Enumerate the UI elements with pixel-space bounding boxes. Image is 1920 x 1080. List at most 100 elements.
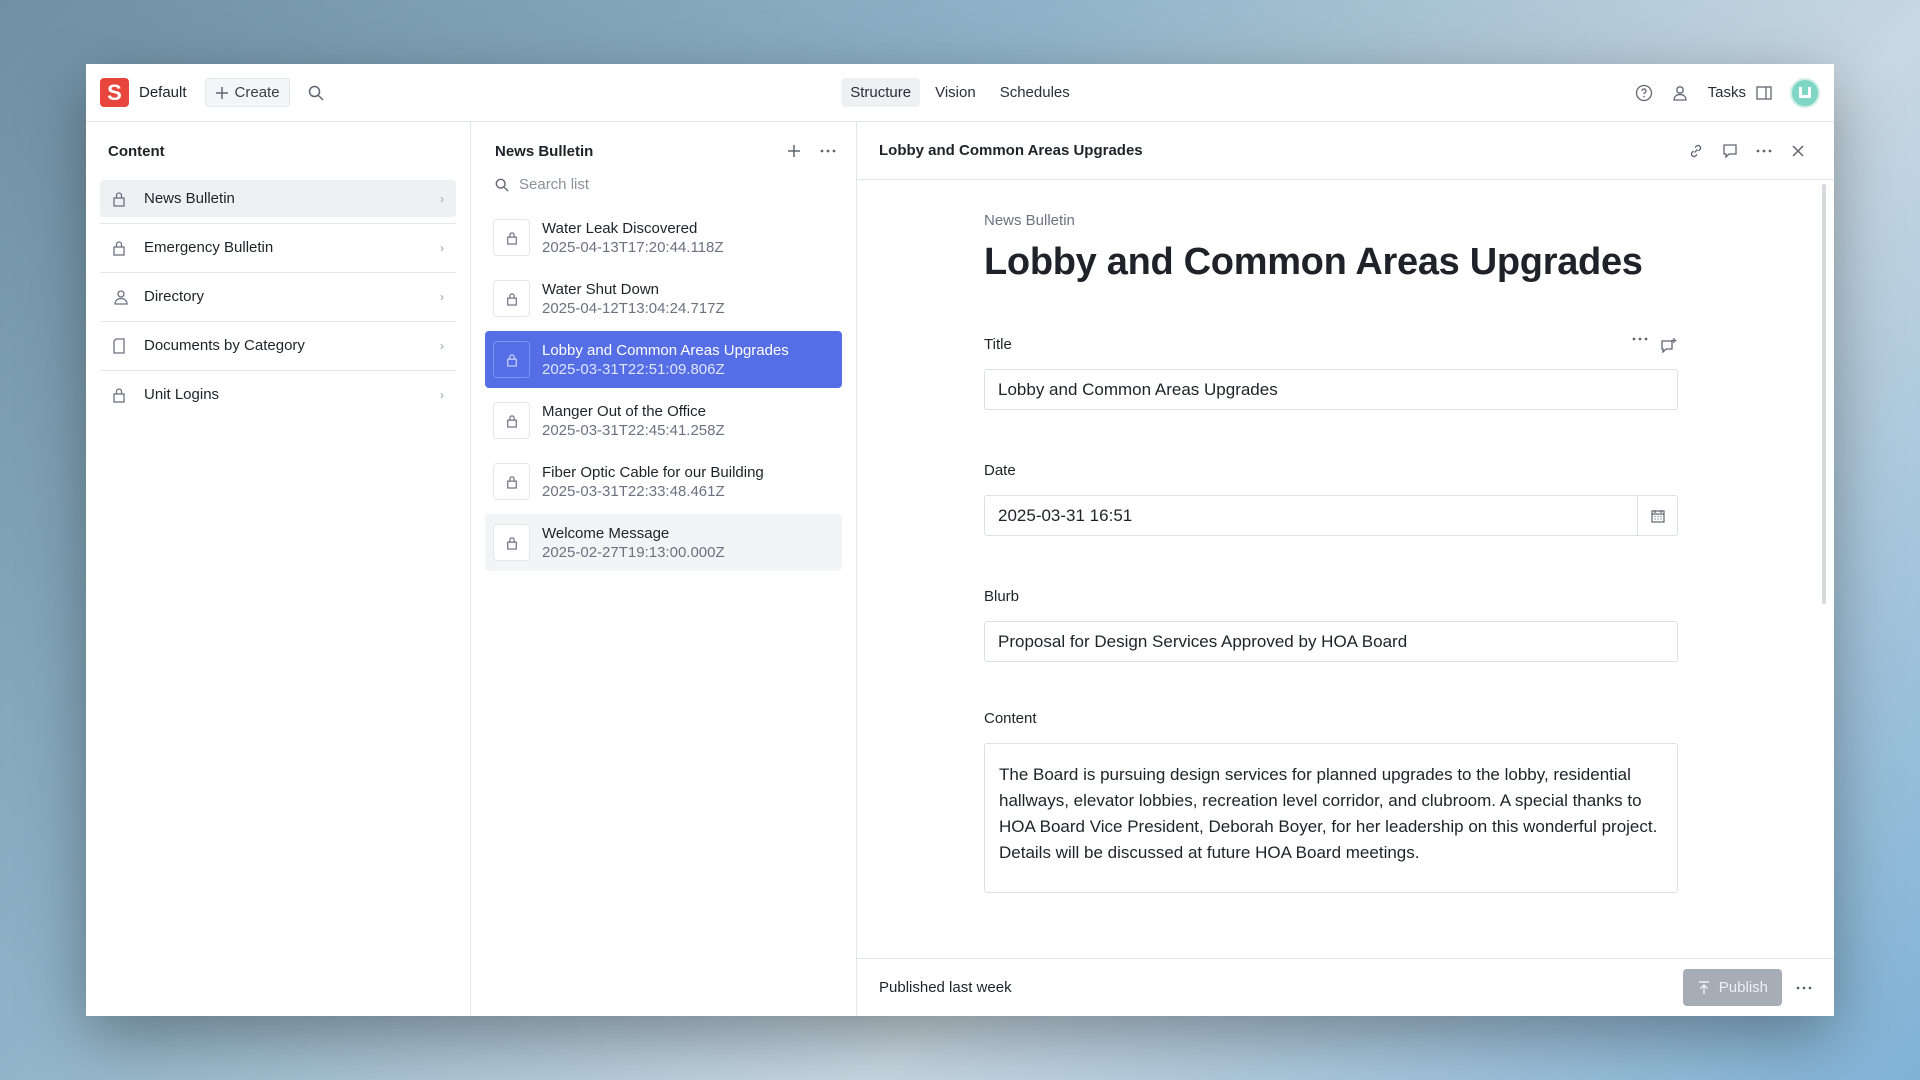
- chevron-right-icon: ›: [440, 289, 444, 304]
- scrollbar[interactable]: [1822, 184, 1826, 604]
- content-pane: Content News Bulletin › Emergency Bullet…: [86, 122, 471, 1016]
- document-actions: [1682, 137, 1812, 165]
- lock-icon: [493, 463, 530, 500]
- tab-vision[interactable]: Vision: [926, 78, 985, 107]
- content-item-unit-logins[interactable]: Unit Logins ›: [100, 376, 456, 413]
- list-item-date: 2025-03-31T22:33:48.461Z: [542, 482, 725, 500]
- field-actions: [1632, 337, 1678, 353]
- document-footer: Published last week Publish: [857, 958, 1834, 1016]
- tab-structure[interactable]: Structure: [841, 78, 921, 107]
- workspace-name[interactable]: Default: [139, 84, 187, 101]
- tab-schedules[interactable]: Schedules: [991, 78, 1079, 107]
- chevron-right-icon: ›: [440, 191, 444, 206]
- title-input[interactable]: Lobby and Common Areas Upgrades: [984, 369, 1678, 410]
- list-item-selected[interactable]: Lobby and Common Areas Upgrades 2025-03-3…: [485, 331, 842, 388]
- list-search[interactable]: Search list: [485, 166, 842, 203]
- list-item-title: Water Shut Down: [542, 280, 659, 298]
- publish-icon: [1697, 980, 1711, 995]
- link-icon[interactable]: [1682, 137, 1710, 165]
- document-icon: [112, 337, 130, 354]
- tool-tabs: Structure Vision Schedules: [841, 78, 1079, 107]
- content-item-label: News Bulletin: [144, 190, 235, 207]
- calendar-icon[interactable]: [1637, 496, 1677, 535]
- document-type-label: News Bulletin: [984, 212, 1075, 229]
- lock-icon: [493, 280, 530, 317]
- list-item-title: Water Leak Discovered: [542, 219, 698, 237]
- tasks-button[interactable]: Tasks: [1708, 84, 1746, 101]
- search-icon[interactable]: [302, 79, 330, 107]
- studio-logo[interactable]: S: [100, 78, 129, 107]
- publish-button[interactable]: Publish: [1682, 969, 1782, 1006]
- list-item[interactable]: Water Shut Down 2025-04-12T13:04:24.717Z: [485, 270, 842, 327]
- blurb-field: Blurb Proposal for Design Services Appro…: [984, 588, 1678, 662]
- list-item[interactable]: Manger Out of the Office 2025-03-31T22:45…: [485, 392, 842, 449]
- content-item-label: Directory: [144, 288, 205, 305]
- date-value[interactable]: 2025-03-31 16:51: [985, 496, 1637, 535]
- list-item-title: Fiber Optic Cable for our Building: [542, 463, 764, 481]
- list-item-title: Lobby and Common Areas Upgrades: [542, 341, 789, 359]
- date-field: Date 2025-03-31 16:51: [984, 462, 1678, 536]
- list-item[interactable]: Welcome Message 2025-02-27T19:13:00.000Z: [485, 514, 842, 571]
- chevron-right-icon: ›: [440, 338, 444, 353]
- content-item-emergency-bulletin[interactable]: Emergency Bulletin ›: [100, 229, 456, 273]
- add-comment-icon[interactable]: [1660, 337, 1678, 353]
- document-body: News Bulletin Lobby and Common Areas Upg…: [857, 180, 1834, 958]
- list-actions: [780, 137, 842, 165]
- close-icon[interactable]: [1784, 137, 1812, 165]
- list-item[interactable]: Fiber Optic Cable for our Building 2025-0…: [485, 453, 842, 510]
- publish-label: Publish: [1718, 979, 1768, 996]
- content-editor[interactable]: The Board is pursuing design services fo…: [984, 743, 1678, 893]
- title-field-label: Title: [984, 336, 1012, 353]
- users-icon: [112, 289, 130, 305]
- create-label: Create: [234, 84, 280, 101]
- studio-window: S Default Create Structure Vision Schedu…: [86, 64, 1834, 1016]
- lock-icon: [493, 524, 530, 561]
- more-icon[interactable]: [1750, 137, 1778, 165]
- content-item-documents-by-category[interactable]: Documents by Category ›: [100, 327, 456, 371]
- sidebar-toggle-icon[interactable]: [1754, 79, 1774, 107]
- content-pane-title: Content: [108, 142, 165, 160]
- users-icon[interactable]: [1666, 79, 1694, 107]
- content-item-news-bulletin[interactable]: News Bulletin ›: [100, 180, 456, 224]
- lock-icon: [493, 341, 530, 378]
- date-input[interactable]: 2025-03-31 16:51: [984, 495, 1678, 536]
- document-header: Lobby and Common Areas Upgrades: [857, 122, 1834, 180]
- list-item[interactable]: Water Leak Discovered 2025-04-13T17:20:44…: [485, 209, 842, 266]
- lock-icon: [112, 240, 130, 256]
- more-icon[interactable]: [1796, 986, 1812, 990]
- lock-icon: [493, 402, 530, 439]
- document-header-title: Lobby and Common Areas Upgrades: [879, 142, 1143, 159]
- document-list-pane: News Bulletin Search list Water Leak Dis…: [471, 122, 857, 1016]
- top-navbar: S Default Create Structure Vision Schedu…: [86, 64, 1834, 122]
- search-input[interactable]: Search list: [519, 176, 589, 193]
- list-item-title: Manger Out of the Office: [542, 402, 706, 420]
- user-avatar[interactable]: [1790, 77, 1820, 108]
- help-icon[interactable]: [1630, 79, 1658, 107]
- list-pane-title: News Bulletin: [495, 142, 594, 160]
- more-icon[interactable]: [814, 137, 842, 165]
- more-icon[interactable]: [1632, 337, 1648, 353]
- publish-status: Published last week: [879, 979, 1012, 996]
- lock-icon: [493, 219, 530, 256]
- blurb-field-label: Blurb: [984, 588, 1020, 605]
- lock-icon: [112, 387, 130, 403]
- content-item-label: Emergency Bulletin: [144, 239, 274, 256]
- panes: Content News Bulletin › Emergency Bullet…: [86, 122, 1834, 1016]
- content-item-directory[interactable]: Directory ›: [100, 278, 456, 322]
- right-nav: Tasks: [1630, 77, 1820, 108]
- document-form: News Bulletin Lobby and Common Areas Upg…: [984, 180, 1678, 893]
- comment-icon[interactable]: [1716, 137, 1744, 165]
- chevron-right-icon: ›: [440, 387, 444, 402]
- content-item-label: Documents by Category: [144, 337, 305, 354]
- lock-icon: [112, 191, 130, 207]
- title-field: Title Lobby and Common Areas Upgrades: [984, 336, 1678, 410]
- blurb-input[interactable]: Proposal for Design Services Approved by…: [984, 621, 1678, 662]
- document-editor-pane: Lobby and Common Areas Upgrades News Bul…: [857, 122, 1834, 1016]
- content-field: Content The Board is pursuing design ser…: [984, 710, 1678, 893]
- list-item-date: 2025-03-31T22:45:41.258Z: [542, 421, 725, 439]
- create-button[interactable]: Create: [204, 78, 290, 107]
- add-document-icon[interactable]: [780, 137, 808, 165]
- document-heading: Lobby and Common Areas Upgrades: [984, 241, 1643, 283]
- plus-icon: [215, 86, 229, 100]
- content-item-label: Unit Logins: [144, 386, 220, 403]
